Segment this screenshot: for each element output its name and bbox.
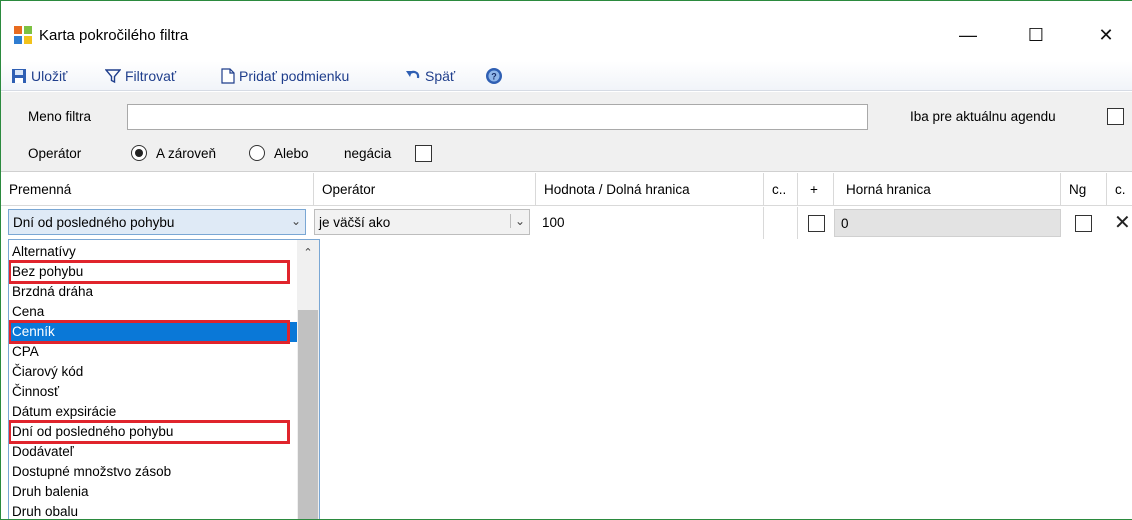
radio-and[interactable] bbox=[131, 145, 147, 161]
negation-checkbox[interactable] bbox=[415, 145, 432, 162]
operator-label: Operátor bbox=[28, 146, 82, 161]
advanced-filter-window: Karta pokročilého filtra — ☐ ✕ Uložiť Fi… bbox=[0, 0, 1132, 520]
operator-combobox[interactable]: je väčší ako ⌄ bbox=[314, 209, 530, 235]
upper-bound-value: 0 bbox=[841, 215, 849, 231]
column-header-variable[interactable]: Premenná bbox=[1, 173, 314, 206]
undo-icon bbox=[406, 70, 420, 79]
column-header-c2[interactable]: c. bbox=[1107, 173, 1132, 206]
list-item[interactable]: Čiarový kód bbox=[9, 362, 297, 382]
variable-dropdown-list[interactable]: Alternatívy Bez pohybu Brzdná dráha Cena… bbox=[8, 239, 320, 519]
negation-row-checkbox[interactable] bbox=[1075, 215, 1092, 232]
maximize-button[interactable]: ☐ bbox=[1013, 19, 1059, 51]
help-icon[interactable]: ? bbox=[485, 67, 503, 85]
list-item[interactable]: Cena bbox=[9, 302, 297, 322]
negation-label: negácia bbox=[344, 146, 392, 161]
column-header-plus[interactable]: + bbox=[798, 173, 834, 206]
filter-name-input[interactable] bbox=[127, 104, 868, 130]
toolbar: Uložiť Filtrovať Pridať podmienku Späť ? bbox=[1, 61, 1132, 91]
highlight-box-bez-pohybu bbox=[9, 260, 290, 284]
scroll-up-icon[interactable]: ⌃ bbox=[297, 246, 319, 262]
radio-and-label: A zároveň bbox=[156, 146, 217, 161]
highlight-box-cennik bbox=[9, 320, 290, 344]
column-header-negation[interactable]: Ng bbox=[1061, 173, 1107, 206]
variable-value: Dní od posledného pohybu bbox=[13, 214, 175, 230]
minimize-button[interactable]: — bbox=[945, 19, 991, 51]
close-button[interactable]: ✕ bbox=[1083, 19, 1129, 51]
conditions-grid-header: Premenná Operátor Hodnota / Dolná hranic… bbox=[1, 173, 1132, 206]
app-icon bbox=[14, 26, 32, 44]
back-label: Späť bbox=[425, 68, 456, 84]
add-condition-button[interactable]: Pridať podmienku bbox=[221, 66, 349, 86]
save-icon bbox=[12, 69, 26, 83]
column-header-operator[interactable]: Operátor bbox=[314, 173, 536, 206]
only-current-agenda-checkbox[interactable] bbox=[1107, 108, 1124, 125]
filter-name-label: Meno filtra bbox=[28, 109, 92, 124]
chevron-down-icon[interactable]: ⌄ bbox=[509, 214, 525, 228]
add-condition-label: Pridať podmienku bbox=[239, 68, 350, 84]
chevron-down-icon[interactable]: ⌄ bbox=[291, 214, 301, 228]
list-item[interactable]: Dostupné množstvo zásob bbox=[9, 462, 297, 482]
condition-row: Dní od posledného pohybu ⌄ je väčší ako … bbox=[1, 207, 1132, 239]
back-button[interactable]: Späť bbox=[405, 66, 455, 86]
dropdown-scrollbar[interactable]: ⌃ bbox=[297, 240, 319, 519]
filter-button[interactable]: Filtrovať bbox=[105, 66, 176, 86]
funnel-icon bbox=[105, 69, 121, 84]
list-item[interactable]: Druh balenia bbox=[9, 482, 297, 502]
title-bar: Karta pokročilého filtra — ☐ ✕ bbox=[1, 1, 1132, 59]
column-header-upper-bound[interactable]: Horná hranica bbox=[834, 173, 1061, 206]
save-label: Uložiť bbox=[31, 68, 68, 84]
new-page-icon bbox=[221, 68, 235, 84]
column-header-lower-bound[interactable]: Hodnota / Dolná hranica bbox=[536, 173, 764, 206]
delete-row-icon[interactable]: ✕ bbox=[1114, 210, 1131, 235]
svg-text:?: ? bbox=[491, 72, 497, 82]
plus-checkbox[interactable] bbox=[808, 215, 825, 232]
list-item[interactable]: Dodávateľ bbox=[9, 442, 297, 462]
operator-value: je väčší ako bbox=[319, 214, 391, 230]
lower-bound-value: 100 bbox=[542, 215, 565, 230]
variable-combobox[interactable]: Dní od posledného pohybu ⌄ bbox=[8, 209, 306, 235]
highlight-box-dni-od-posledneho-pohybu bbox=[9, 420, 290, 444]
list-item[interactable]: Druh obalu bbox=[9, 502, 297, 519]
upper-bound-cell[interactable]: 0 bbox=[834, 209, 1061, 237]
radio-or[interactable] bbox=[249, 145, 265, 161]
list-item[interactable]: Alternatívy bbox=[9, 242, 297, 262]
list-item[interactable]: CPA bbox=[9, 342, 297, 362]
window-title: Karta pokročilého filtra bbox=[39, 27, 189, 44]
list-item[interactable]: Brzdná dráha bbox=[9, 282, 297, 302]
c1-cell[interactable] bbox=[764, 207, 798, 239]
filter-label: Filtrovať bbox=[125, 68, 177, 84]
list-item[interactable]: Činnosť bbox=[9, 382, 297, 402]
list-item[interactable]: Dátum expsirácie bbox=[9, 402, 297, 422]
lower-bound-cell[interactable]: 100 bbox=[530, 207, 764, 239]
radio-or-label: Alebo bbox=[274, 146, 309, 161]
scrollbar-thumb[interactable] bbox=[298, 310, 318, 519]
only-current-agenda-label: Iba pre aktuálnu agendu bbox=[910, 109, 1056, 124]
column-header-c1[interactable]: c.. bbox=[764, 173, 798, 206]
filter-settings-panel: Meno filtra Iba pre aktuálnu agendu Oper… bbox=[1, 92, 1132, 172]
save-button[interactable]: Uložiť bbox=[11, 66, 67, 86]
